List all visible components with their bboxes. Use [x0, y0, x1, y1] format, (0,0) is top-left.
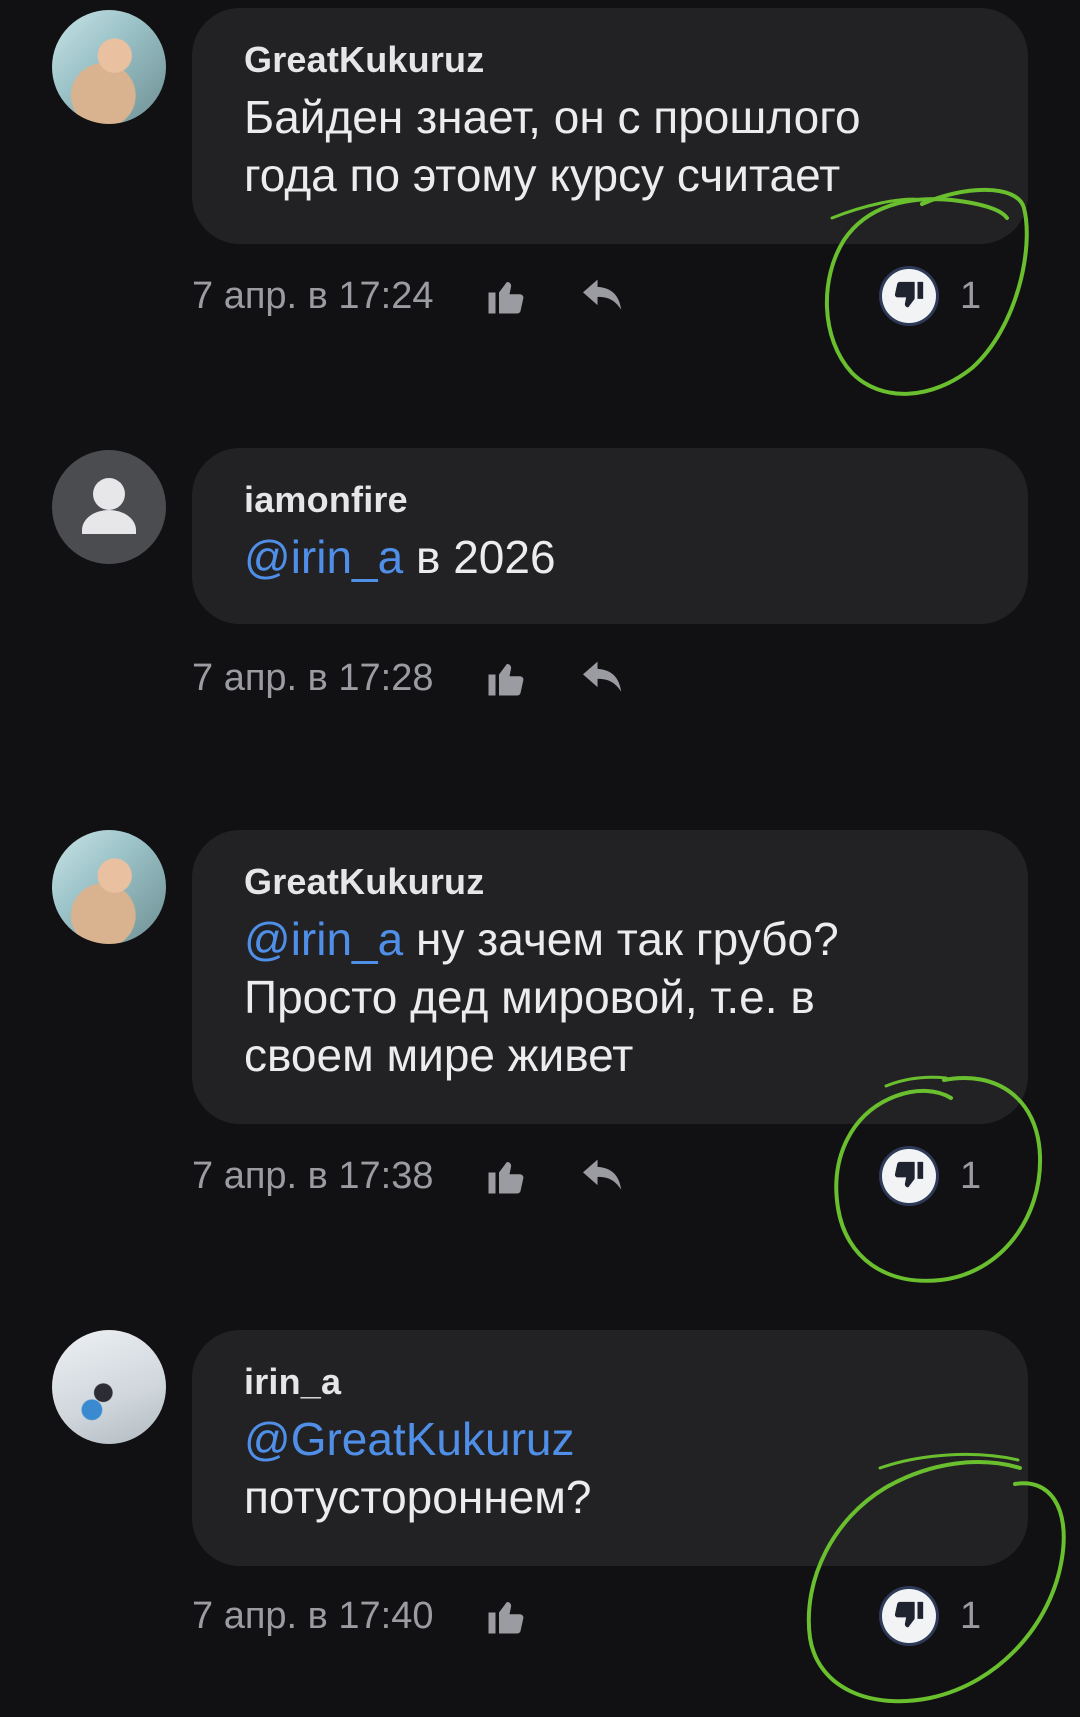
user-avatar[interactable] — [52, 10, 166, 124]
comment-bubble: GreatKukuruz Байден знает, он с прошлого… — [192, 8, 1028, 244]
dislike-button[interactable]: 1 — [882, 1586, 981, 1646]
comment-meta: 7 апр. в 17:38 — [192, 1146, 626, 1206]
comment-text-line: года по этому курсу считает — [244, 149, 841, 201]
comment-author[interactable]: GreatKukuruz — [244, 38, 988, 82]
thumbs-up-icon[interactable] — [484, 1154, 528, 1198]
mention-link[interactable]: @irin_a — [244, 531, 403, 583]
comment-author[interactable]: irin_a — [244, 1360, 988, 1404]
comment-text-line: своем мире живет — [244, 1029, 634, 1081]
comment-meta: 7 апр. в 17:24 — [192, 266, 626, 326]
comment-text: @irin_a ну зачем так грубо? Просто дед м… — [244, 910, 988, 1084]
comment-timestamp: 7 апр. в 17:40 — [192, 1595, 434, 1637]
reply-icon[interactable] — [580, 274, 626, 318]
user-avatar[interactable] — [52, 450, 166, 564]
comment-text-fragment: ну зачем так грубо? — [403, 913, 839, 965]
comment-bubble: irin_a @GreatKukuruz потустороннем? — [192, 1330, 1028, 1566]
thumbs-down-icon — [882, 269, 936, 323]
comment-timestamp: 7 апр. в 17:24 — [192, 275, 434, 317]
comment-meta: 7 апр. в 17:28 — [192, 648, 626, 708]
mention-link[interactable]: @GreatKukuruz — [244, 1413, 575, 1465]
comment-text: Байден знает, он с прошлого года по этом… — [244, 88, 988, 204]
thumbs-down-icon — [882, 1589, 936, 1643]
comment-timestamp: 7 апр. в 17:28 — [192, 657, 434, 699]
user-avatar[interactable] — [52, 1330, 166, 1444]
comment-text-line: потустороннем? — [244, 1471, 592, 1523]
comment-timestamp: 7 апр. в 17:38 — [192, 1155, 434, 1197]
comment-bubble: GreatKukuruz @irin_a ну зачем так грубо?… — [192, 830, 1028, 1124]
dislike-count: 1 — [960, 275, 982, 317]
comment-text-line: Просто дед мировой, т.е. в — [244, 971, 815, 1023]
user-placeholder-icon — [82, 478, 136, 534]
user-avatar[interactable] — [52, 830, 166, 944]
dislike-count: 1 — [960, 1155, 982, 1197]
mention-link[interactable]: @irin_a — [244, 913, 403, 965]
comment-text-fragment: в 2026 — [403, 531, 556, 583]
reply-icon[interactable] — [580, 1154, 626, 1198]
comment-meta: 7 апр. в 17:40 — [192, 1586, 528, 1646]
comment-author[interactable]: iamonfire — [244, 478, 988, 522]
comment-text: @GreatKukuruz потустороннем? — [244, 1410, 988, 1526]
dislike-button[interactable]: 1 — [882, 266, 981, 326]
comment-text-line: Байден знает, он с прошлого — [244, 91, 861, 143]
comment-author[interactable]: GreatKukuruz — [244, 860, 988, 904]
thumbs-up-icon[interactable] — [484, 1594, 528, 1638]
comment-text: @irin_a в 2026 — [244, 528, 988, 586]
thumbs-up-icon[interactable] — [484, 656, 528, 700]
thumbs-down-icon — [882, 1149, 936, 1203]
thumbs-up-icon[interactable] — [484, 274, 528, 318]
reply-icon[interactable] — [580, 656, 626, 700]
dislike-button[interactable]: 1 — [882, 1146, 981, 1206]
comment-bubble: iamonfire @irin_a в 2026 — [192, 448, 1028, 624]
dislike-count: 1 — [960, 1595, 982, 1637]
